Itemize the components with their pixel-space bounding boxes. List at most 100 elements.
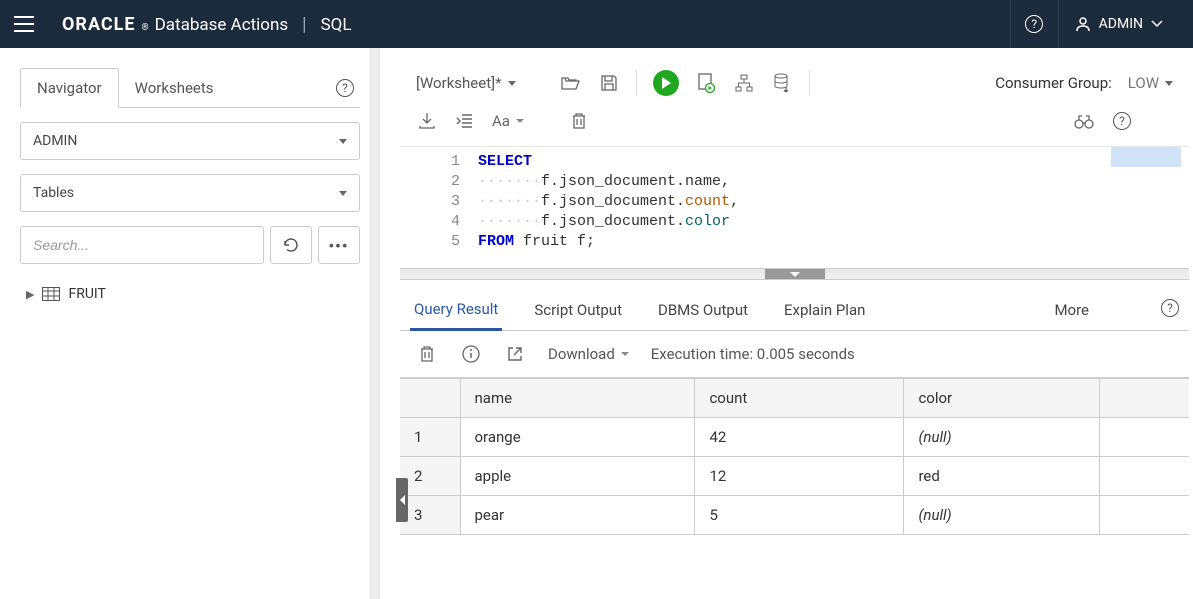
hierarchy-icon: [735, 74, 753, 92]
delete-row-button[interactable]: [416, 343, 438, 365]
indent-icon: [456, 113, 474, 129]
tree-item-label: FRUIT: [68, 286, 105, 302]
tab-navigator[interactable]: Navigator: [20, 68, 119, 108]
collapse-left-handle[interactable]: [396, 478, 408, 522]
table-row[interactable]: 1orange42(null): [400, 418, 1189, 457]
run-script-button[interactable]: [695, 72, 717, 94]
info-button[interactable]: [460, 343, 482, 365]
refresh-button[interactable]: [270, 226, 312, 264]
open-new-button[interactable]: [504, 343, 526, 365]
cell[interactable]: red: [904, 457, 1100, 496]
chevron-down-icon: [1165, 81, 1173, 86]
tree-item-fruit[interactable]: ▶ FRUIT: [20, 282, 360, 306]
code-area[interactable]: SELECT ·······f.json_document.name, ····…: [474, 147, 1189, 268]
vertical-splitter[interactable]: [370, 48, 380, 599]
row-number-header: [400, 379, 460, 418]
chevron-down-icon: [508, 81, 516, 86]
expand-icon: ▶: [26, 288, 34, 301]
help-icon: ?: [1025, 15, 1043, 33]
open-button[interactable]: [560, 72, 582, 94]
download-menu[interactable]: Download: [548, 345, 629, 363]
clear-button[interactable]: [568, 110, 590, 132]
trash-icon: [419, 345, 435, 363]
menu-toggle[interactable]: [14, 16, 34, 32]
editor-panel: [Worksheet]*: [396, 48, 1193, 599]
consumer-group-value: LOW: [1128, 74, 1159, 92]
tab-script-output[interactable]: Script Output: [530, 293, 626, 329]
format-button[interactable]: [454, 110, 476, 132]
cell[interactable]: (null): [904, 496, 1100, 535]
navigator-panel: Navigator Worksheets ? ADMIN Tables •••: [0, 48, 370, 599]
help-icon[interactable]: ?: [1161, 299, 1179, 317]
tab-query-result[interactable]: Query Result: [410, 292, 502, 331]
chevron-down-icon: [1151, 20, 1163, 28]
cell[interactable]: orange: [460, 418, 695, 457]
row-number: 2: [400, 457, 460, 496]
binoculars-icon: [1074, 113, 1094, 129]
table-row[interactable]: 3pear5(null): [400, 496, 1189, 535]
consumer-group-select[interactable]: LOW: [1128, 74, 1173, 92]
execution-time: Execution time: 0.005 seconds: [651, 345, 855, 363]
download-icon: [418, 112, 436, 130]
more-button[interactable]: •••: [318, 226, 360, 264]
results-panel: Query Result Script Output DBMS Output E…: [396, 286, 1193, 599]
save-icon: [600, 74, 618, 92]
chevron-down-icon: [621, 352, 629, 356]
help-icon[interactable]: ?: [1113, 112, 1131, 130]
tab-explain-plan[interactable]: Explain Plan: [780, 293, 869, 329]
cell[interactable]: 5: [695, 496, 904, 535]
cell[interactable]: pear: [460, 496, 695, 535]
table-row[interactable]: 2apple12red: [400, 457, 1189, 496]
autotrace-button[interactable]: [771, 72, 793, 94]
user-menu[interactable]: ADMIN: [1058, 0, 1179, 48]
column-header[interactable]: count: [695, 379, 904, 418]
user-name: ADMIN: [1099, 16, 1143, 32]
worksheet-name: [Worksheet]*: [416, 74, 502, 92]
help-button[interactable]: ?: [1010, 0, 1058, 48]
tab-more[interactable]: More: [1050, 293, 1093, 329]
run-button[interactable]: [653, 70, 679, 96]
cell[interactable]: 42: [695, 418, 904, 457]
database-icon: [773, 73, 791, 93]
tab-worksheets[interactable]: Worksheets: [119, 69, 230, 107]
tab-dbms-output[interactable]: DBMS Output: [654, 293, 752, 329]
download-editor-button[interactable]: [416, 110, 438, 132]
horizontal-splitter[interactable]: [400, 268, 1189, 280]
trash-icon: [571, 112, 587, 130]
run-script-icon: [697, 73, 715, 93]
object-type-value: Tables: [33, 185, 74, 201]
chevron-down-icon: [339, 139, 347, 144]
help-icon[interactable]: ?: [336, 79, 354, 97]
explain-plan-button[interactable]: [733, 72, 755, 94]
search-input[interactable]: [20, 226, 264, 264]
find-button[interactable]: [1073, 110, 1095, 132]
consumer-group-label: Consumer Group:: [995, 74, 1112, 92]
worksheet-menu[interactable]: [Worksheet]*: [416, 74, 516, 92]
column-header[interactable]: name: [460, 379, 695, 418]
sql-editor[interactable]: 1 2 3 4 5 SELECT ·······f.json_document.…: [400, 146, 1189, 268]
download-label: Download: [548, 345, 615, 363]
brand: ORACLE ® Database Actions | SQL: [62, 14, 352, 35]
font-label: Aa: [492, 112, 510, 130]
cell[interactable]: 12: [695, 457, 904, 496]
column-header[interactable]: color: [904, 379, 1100, 418]
dots-icon: •••: [329, 238, 349, 253]
folder-open-icon: [561, 75, 581, 91]
cell[interactable]: apple: [460, 457, 695, 496]
line-gutter: 1 2 3 4 5: [400, 147, 474, 268]
brand-sql: SQL: [321, 15, 352, 35]
app-header: ORACLE ® Database Actions | SQL ? ADMIN: [0, 0, 1193, 48]
cell[interactable]: (null): [904, 418, 1100, 457]
font-size-menu[interactable]: Aa: [492, 112, 524, 130]
schema-value: ADMIN: [33, 133, 77, 149]
save-button[interactable]: [598, 72, 620, 94]
schema-select[interactable]: ADMIN: [20, 122, 360, 160]
row-number: 1: [400, 418, 460, 457]
user-icon: [1075, 16, 1091, 32]
result-grid: name count color 1orange42(null)2apple12…: [400, 377, 1189, 535]
minimap[interactable]: [1111, 147, 1181, 167]
object-type-select[interactable]: Tables: [20, 174, 360, 212]
chevron-down-icon: [339, 191, 347, 196]
refresh-icon: [283, 237, 299, 253]
brand-oracle: ORACLE: [62, 14, 136, 35]
